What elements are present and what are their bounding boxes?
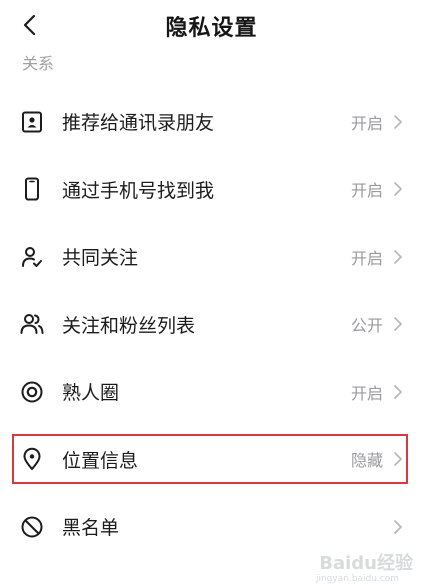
setting-row-mutual-follow[interactable]: 共同关注 开启: [0, 223, 423, 291]
chevron-right-icon: [392, 383, 404, 401]
contact-card-icon: [19, 109, 45, 135]
setting-label: 黑名单: [62, 517, 120, 540]
baidu-watermark: Baidu经验 jingyan.baidu.com: [316, 549, 413, 584]
setting-label: 推荐给通讯录朋友: [62, 112, 215, 135]
setting-label: 位置信息: [62, 449, 139, 472]
setting-row-follow-fans-list[interactable]: 关注和粉丝列表 公开: [0, 291, 423, 359]
chevron-right-icon: [392, 248, 404, 266]
section-header: 关系: [22, 54, 55, 73]
setting-label: 共同关注: [62, 247, 139, 270]
setting-value: 开启: [350, 248, 383, 268]
block-icon: [19, 514, 45, 540]
setting-value: 开启: [350, 383, 383, 403]
setting-value: 开启: [350, 181, 383, 201]
users-icon: [19, 311, 45, 337]
setting-row-location-info[interactable]: 位置信息 隐藏: [0, 426, 423, 494]
setting-label: 关注和粉丝列表: [62, 314, 196, 337]
chevron-right-icon: [392, 113, 404, 131]
settings-list: 推荐给通讯录朋友 开启 通过手机号找到我 开启 共同关注 开启 关注和粉丝列表 …: [0, 88, 423, 561]
setting-value: 公开: [350, 316, 383, 336]
setting-label: 熟人圈: [62, 382, 120, 405]
setting-row-find-by-phone[interactable]: 通过手机号找到我 开启: [0, 156, 423, 224]
setting-value: 隐藏: [350, 451, 383, 471]
page-title: 隐私设置: [165, 16, 258, 41]
nav-bar: 隐私设置: [0, 0, 423, 50]
watermark-text: Baidu经验: [319, 553, 413, 574]
setting-label: 通过手机号找到我: [62, 179, 215, 202]
chevron-right-icon: [392, 518, 404, 536]
setting-row-acquaintance-circle[interactable]: 熟人圈 开启: [0, 358, 423, 426]
chevron-right-icon: [392, 450, 404, 468]
setting-row-recommend-contacts[interactable]: 推荐给通讯录朋友 开启: [0, 88, 423, 156]
chevron-right-icon: [392, 315, 404, 333]
location-pin-icon: [19, 446, 45, 472]
circle-target-icon: [19, 379, 45, 405]
user-check-icon: [19, 244, 45, 270]
setting-value: 开启: [350, 113, 383, 133]
chevron-right-icon: [392, 180, 404, 198]
phone-icon: [19, 176, 45, 202]
